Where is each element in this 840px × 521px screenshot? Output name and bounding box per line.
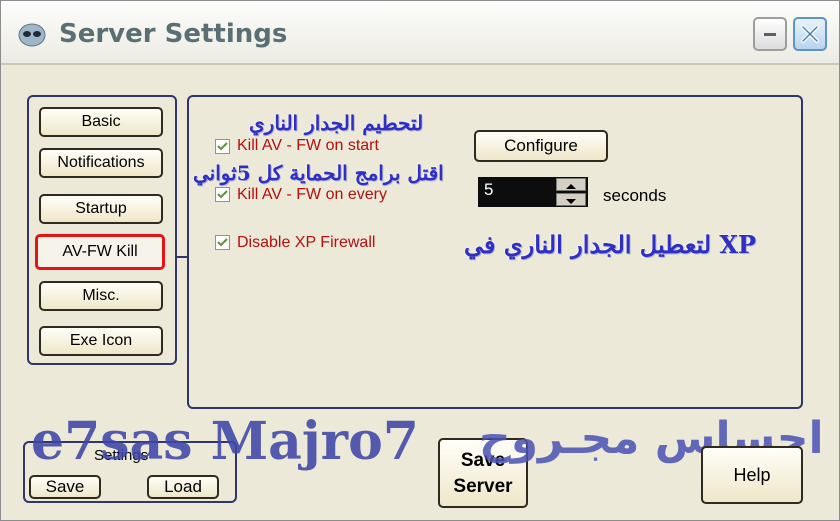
- help-button[interactable]: Help: [701, 446, 803, 504]
- nav-basic-button[interactable]: Basic: [39, 107, 163, 137]
- kill-every-checkbox[interactable]: [215, 187, 230, 202]
- disable-xp-firewall-checkbox[interactable]: [215, 235, 230, 250]
- spin-down-button[interactable]: [556, 193, 586, 206]
- arrow-down-icon: [566, 199, 576, 204]
- checkmark-icon: [217, 238, 228, 247]
- configure-button[interactable]: Configure: [474, 130, 608, 162]
- spin-up-button[interactable]: [556, 178, 586, 191]
- save-settings-button[interactable]: Save: [29, 475, 101, 499]
- title-bar[interactable]: Server Settings: [1, 1, 839, 65]
- nav-startup-button[interactable]: Startup: [39, 194, 163, 224]
- close-icon: [801, 25, 819, 43]
- interval-value[interactable]: 5: [484, 180, 493, 200]
- checkmark-icon: [217, 142, 228, 151]
- minimize-button[interactable]: [753, 17, 787, 51]
- save-server-line2: Server: [453, 476, 513, 497]
- nav-exe-icon-button[interactable]: Exe Icon: [39, 326, 163, 356]
- kill-on-start-checkbox[interactable]: [215, 139, 230, 154]
- window-title: Server Settings: [59, 19, 288, 49]
- server-settings-window: Server Settings Basic Notifications Star…: [0, 0, 840, 521]
- close-button[interactable]: [793, 17, 827, 51]
- checkmark-icon: [217, 190, 228, 199]
- kill-every-label: Kill AV - FW on every: [237, 186, 387, 203]
- arrow-up-icon: [566, 184, 576, 189]
- annotation-arabic-3: لتعطيل الجدار الناري في XP: [464, 230, 757, 259]
- load-settings-button[interactable]: Load: [147, 475, 219, 499]
- annotation-arabic-2: اقتل برامج الحماية كل 5ثواني: [193, 161, 444, 185]
- kill-on-start-label: Kill AV - FW on start: [237, 137, 379, 154]
- nav-av-fw-kill-button[interactable]: AV-FW Kill: [35, 234, 165, 270]
- nav-notifications-button[interactable]: Notifications: [39, 148, 163, 178]
- seconds-label: seconds: [603, 186, 667, 205]
- annotation-arabic-1: لتحطيم الجدار الناري: [249, 111, 424, 135]
- nav-misc-button[interactable]: Misc.: [39, 281, 163, 311]
- interval-spinner[interactable]: 5: [478, 177, 588, 207]
- watermark-english: e7sas Majro7: [31, 411, 419, 472]
- alien-icon: [18, 23, 46, 47]
- disable-xp-firewall-label: Disable XP Firewall: [237, 234, 376, 251]
